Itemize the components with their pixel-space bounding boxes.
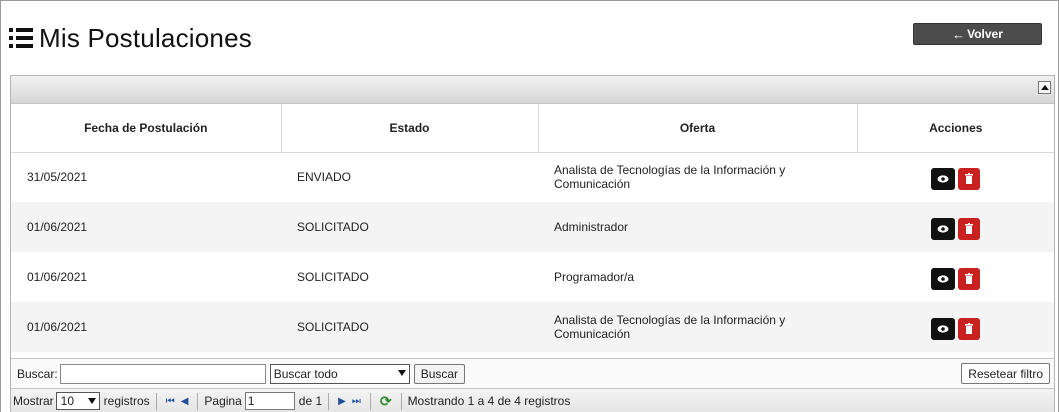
trash-icon [965,223,973,234]
collapse-grid-button[interactable] [1038,81,1051,94]
search-scope-select[interactable]: Buscar todo [269,363,410,384]
search-button[interactable]: Buscar [413,363,466,384]
refresh-icon[interactable]: ⟳ [380,393,392,410]
cell-estado: ENVIADO [297,170,352,185]
cell-estado: SOLICITADO [297,270,369,284]
cell-fecha: 01/06/2021 [11,202,281,252]
search-input[interactable] [59,363,266,384]
trash-icon [965,323,973,334]
applications-table: Fecha de Postulación Estado Oferta Accio… [11,104,1054,352]
chevron-down-icon [397,369,406,376]
view-button[interactable] [931,317,955,340]
view-button[interactable] [931,217,955,240]
records-label: registros [103,394,150,408]
table-header-row: Fecha de Postulación Estado Oferta Accio… [11,104,1054,153]
delete-button[interactable] [958,267,980,290]
cell-acciones [857,202,1054,252]
show-label: Mostrar [13,394,54,408]
cell-acciones [857,302,1054,352]
next-page-icon[interactable]: ▶ [338,396,346,407]
column-header-oferta[interactable]: Oferta [538,104,858,153]
page-header: Mis Postulaciones [9,18,252,58]
pager: Mostrar 10 registros ⏮ ◀ Pagina 1 de 1 ▶… [11,388,1054,412]
table-row[interactable]: 01/06/2021 SOLICITADO Programador/a [11,252,1054,302]
cell-oferta: Administrador [538,202,857,252]
page-label: Pagina [204,394,242,408]
eye-icon [937,224,949,233]
delete-button[interactable] [958,167,980,190]
chevron-down-icon [87,398,96,404]
column-header-estado[interactable]: Estado [281,104,539,153]
cell-estado: SOLICITADO [281,302,538,352]
pager-separator [328,392,330,410]
pager-separator [155,392,157,410]
table-row[interactable]: 01/06/2021 SOLICITADO Analista de Tecnol… [11,302,1054,352]
page-total-label: de 1 [298,394,323,408]
last-page-icon[interactable]: ⏭ [352,396,361,407]
applications-grid: Fecha de Postulación Estado Oferta Accio… [10,75,1055,412]
rows-per-page-value: 10 [60,394,75,408]
cell-acciones [857,252,1054,302]
column-header-acciones: Acciones [857,104,1054,153]
first-page-icon[interactable]: ⏮ [166,396,175,407]
trash-icon [965,173,973,185]
page-title: Mis Postulaciones [39,22,252,53]
cell-oferta: Programador/a [554,270,635,284]
page-number-input[interactable]: 1 [244,392,295,410]
records-info: Mostrando 1 a 4 de 4 registros [407,394,571,408]
search-label: Buscar: [17,366,58,381]
eye-icon [937,324,949,333]
reset-filter-button[interactable]: Resetear filtro [961,363,1050,384]
pager-separator [369,392,371,410]
cell-fecha: 01/06/2021 [27,270,88,284]
table-row[interactable]: 31/05/2021 ENVIADO Analista de Tecnologí… [11,152,1054,202]
trash-icon [965,273,973,284]
cell-fecha: 31/05/2021 [27,170,88,185]
cell-acciones [857,152,1054,202]
pager-separator [197,392,199,410]
view-button[interactable] [931,267,955,290]
table-row[interactable]: 01/06/2021 SOLICITADO Administrador [11,202,1054,252]
back-button-label: Volver [967,27,1003,41]
column-header-fecha[interactable]: Fecha de Postulación [11,104,282,153]
cell-fecha: 01/06/2021 [11,302,281,352]
eye-icon [937,175,949,183]
search-scope-value: Buscar todo [273,366,338,381]
list-icon [9,27,33,49]
cell-oferta: Analista de Tecnologías de la Informació… [538,302,857,352]
arrow-left-icon: ← [952,26,966,42]
rows-per-page-select[interactable]: 10 [55,392,100,410]
cell-oferta: Analista de Tecnologías de la Informació… [554,163,786,192]
view-button[interactable] [931,167,955,190]
delete-button[interactable] [958,317,980,340]
cell-estado: SOLICITADO [281,202,538,252]
search-toolbar: Buscar: Buscar todo Buscar Resetear filt… [11,358,1054,388]
delete-button[interactable] [958,217,980,240]
eye-icon [937,274,949,283]
grid-caption-bar [11,76,1054,104]
back-button[interactable]: ← Volver [913,23,1042,45]
pager-separator [400,392,402,410]
prev-page-icon[interactable]: ◀ [181,396,189,407]
